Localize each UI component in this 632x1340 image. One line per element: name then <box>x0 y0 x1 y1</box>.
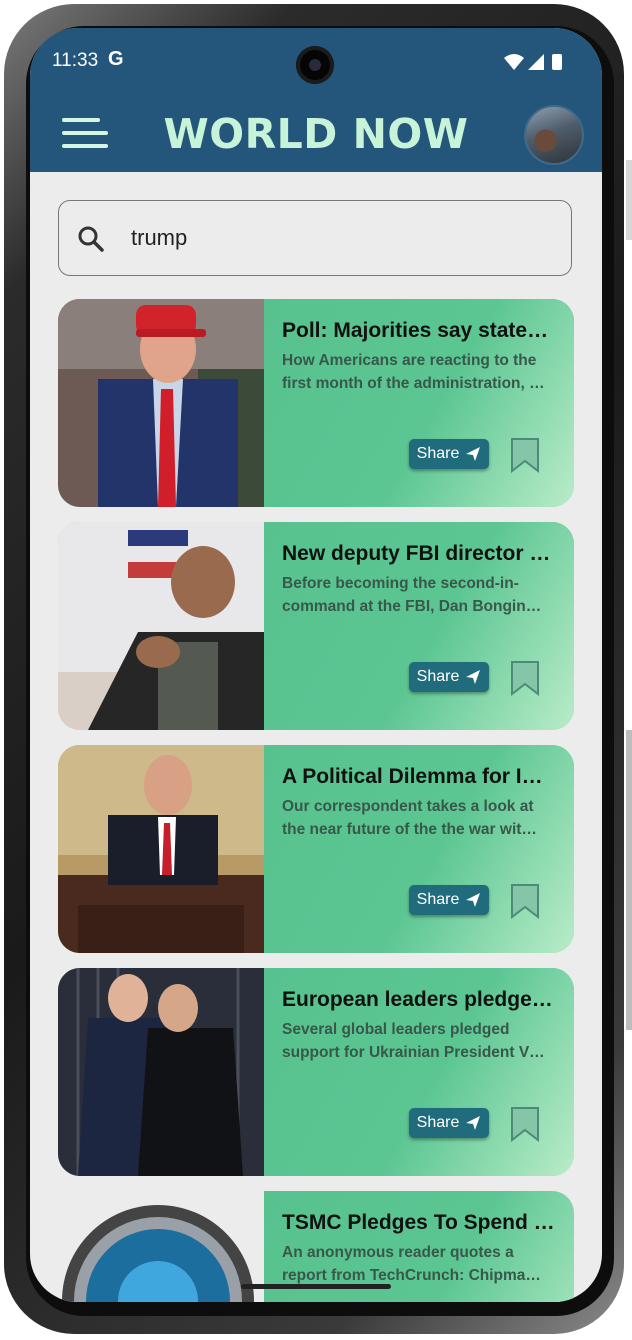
search-icon <box>78 226 104 252</box>
menu-icon[interactable] <box>62 116 112 152</box>
app-title: WORLD NOW <box>163 110 469 158</box>
share-label: Share <box>416 891 460 908</box>
article-content: A Political Dilemma for I… Our correspon… <box>264 745 574 953</box>
bookmark-icon[interactable] <box>510 1106 540 1142</box>
article-description: Several global leaders pledged support f… <box>282 1021 545 1061</box>
search-input[interactable]: trump <box>131 225 187 251</box>
gesture-bar[interactable] <box>241 1284 391 1289</box>
article-title[interactable]: European leaders pledge… <box>282 988 560 1012</box>
signal-icon <box>528 54 544 70</box>
article-description: Before becoming the second-in-command at… <box>282 575 542 615</box>
article-image <box>58 522 264 730</box>
wifi-icon <box>504 54 524 70</box>
article-card[interactable]: European leaders pledge… Several global … <box>58 968 574 1176</box>
send-icon <box>466 1116 481 1130</box>
article-content: European leaders pledge… Several global … <box>264 968 574 1176</box>
article-content: New deputy FBI director … Before becomin… <box>264 522 574 730</box>
article-description: An anonymous reader quotes a report from… <box>282 1244 541 1284</box>
send-icon <box>466 670 481 684</box>
status-icons <box>504 54 562 70</box>
avatar[interactable] <box>524 105 584 165</box>
article-image <box>58 299 264 507</box>
article-content: Poll: Majorities say state… How American… <box>264 299 574 507</box>
article-list[interactable]: Poll: Majorities say state… How American… <box>58 299 574 1302</box>
search-bar[interactable]: trump <box>58 200 572 276</box>
article-card[interactable]: New deputy FBI director … Before becomin… <box>58 522 574 730</box>
article-title[interactable]: TSMC Pledges To Spend … <box>282 1211 560 1235</box>
share-button[interactable]: Share <box>409 662 489 692</box>
bookmark-icon[interactable] <box>510 437 540 473</box>
article-title[interactable]: Poll: Majorities say state… <box>282 319 560 343</box>
camera-cutout <box>296 46 334 84</box>
article-image <box>58 968 264 1176</box>
article-card[interactable]: A Political Dilemma for I… Our correspon… <box>58 745 574 953</box>
share-button[interactable]: Share <box>409 439 489 469</box>
app-bar: WORLD NOW <box>30 100 602 172</box>
background-edge <box>626 730 632 1030</box>
bookmark-icon[interactable] <box>510 883 540 919</box>
article-title[interactable]: New deputy FBI director … <box>282 542 560 566</box>
status-bar: 11:33 G <box>30 28 602 100</box>
background-edge <box>626 160 632 240</box>
article-description: Our correspondent takes a look at the ne… <box>282 798 537 838</box>
bookmark-icon[interactable] <box>510 660 540 696</box>
share-button[interactable]: Share <box>409 1108 489 1138</box>
share-label: Share <box>416 1114 460 1131</box>
battery-icon <box>552 54 562 70</box>
share-label: Share <box>416 445 460 462</box>
send-icon <box>466 893 481 907</box>
share-label: Share <box>416 668 460 685</box>
article-image <box>58 745 264 953</box>
google-icon: G <box>108 48 124 70</box>
article-image <box>58 1191 264 1302</box>
article-title[interactable]: A Political Dilemma for I… <box>282 765 560 789</box>
status-time: 11:33 <box>52 50 99 71</box>
screen: 11:33 G WORLD NOW trump Poll: Majorities… <box>30 28 602 1302</box>
send-icon <box>466 447 481 461</box>
article-description: How Americans are reacting to the first … <box>282 352 545 392</box>
share-button[interactable]: Share <box>409 885 489 915</box>
article-card[interactable]: Poll: Majorities say state… How American… <box>58 299 574 507</box>
